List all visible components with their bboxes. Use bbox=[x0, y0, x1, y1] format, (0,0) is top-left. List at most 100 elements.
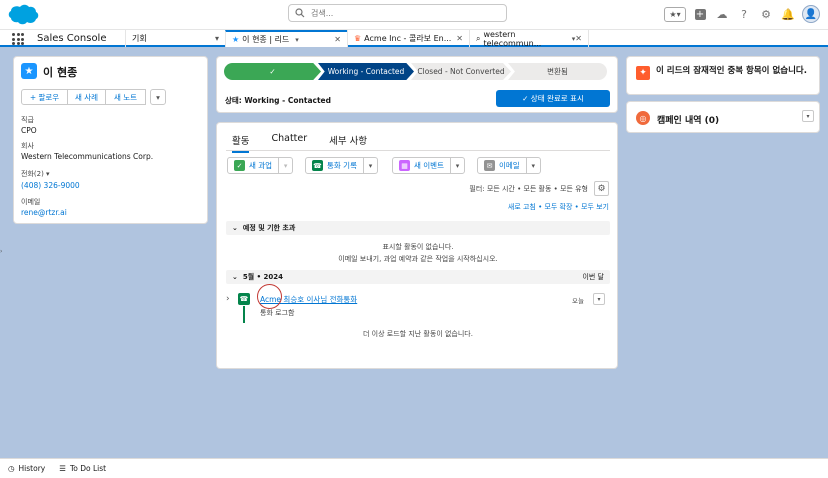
no-more-activity-text: 더 이상 로드할 지난 활동이 없습니다. bbox=[363, 330, 473, 338]
path-step-current[interactable]: Working - Contacted bbox=[318, 63, 414, 80]
chevron-right-icon[interactable]: › bbox=[226, 294, 230, 304]
timeline-line bbox=[243, 306, 245, 323]
chevron-down-icon: ▾ bbox=[156, 92, 160, 102]
utility-bar: ◷ History ☰ To Do List bbox=[0, 458, 828, 478]
month-right-label: 이번 달 bbox=[582, 273, 604, 281]
mark-status-complete-button[interactable]: ✓ 상태 완료로 표시 bbox=[496, 90, 610, 107]
path-step-completed[interactable]: ✓ bbox=[224, 63, 321, 80]
gear-icon: ⚙ bbox=[761, 7, 771, 21]
todo-label: To Do List bbox=[69, 464, 107, 473]
campaign-icon: ◎ bbox=[636, 111, 650, 125]
favorites-button[interactable]: ★▾ bbox=[664, 6, 686, 22]
tab-label: 이 현종 | 리드 bbox=[242, 35, 290, 44]
email-label: 이메일 bbox=[21, 198, 41, 206]
log-call-label: 통화 기록 bbox=[327, 161, 357, 170]
activity-item-menu[interactable]: ▾ bbox=[593, 293, 605, 305]
todo-utility[interactable]: ☰ To Do List bbox=[59, 464, 106, 473]
search-icon: ⌕ bbox=[476, 33, 481, 43]
tab-opportunity[interactable]: ♛ Acme Inc - 콜라보 En... ✕ bbox=[347, 30, 469, 47]
close-icon[interactable]: ✕ bbox=[456, 34, 463, 43]
status-text: 상태: Working - Contacted bbox=[225, 96, 331, 105]
log-call-action[interactable]: ☎ 통화 기록 ▾ bbox=[305, 157, 378, 174]
company-value: Western Telecommunications Corp. bbox=[21, 152, 154, 161]
help-button[interactable]: ? bbox=[736, 6, 752, 22]
phone-icon: ☎ bbox=[312, 160, 323, 171]
company-label: 회사 bbox=[21, 142, 34, 150]
close-icon[interactable]: ✕ bbox=[575, 34, 582, 43]
chevron-down-icon[interactable]: ▾ bbox=[525, 158, 540, 173]
chevron-down-icon: ▾ bbox=[806, 112, 810, 120]
highlight-circle bbox=[257, 284, 282, 309]
email-label: 이메일 bbox=[499, 161, 520, 170]
task-icon: ✓ bbox=[234, 160, 245, 171]
salesforce-logo[interactable] bbox=[7, 4, 39, 26]
campaign-menu[interactable]: ▾ bbox=[802, 110, 814, 122]
chevron-down-icon: ⌄ bbox=[232, 224, 238, 232]
star-icon: ★▾ bbox=[669, 9, 681, 19]
phone-link[interactable]: (408) 326-9000 bbox=[21, 181, 80, 190]
close-icon[interactable]: ✕ bbox=[334, 35, 341, 44]
user-avatar[interactable]: 👤 bbox=[802, 5, 820, 23]
chevron-down-icon[interactable]: ▾ bbox=[295, 36, 299, 44]
lead-name: 이 현종 bbox=[43, 66, 78, 79]
tab-lead[interactable]: ★ 이 현종 | 리드 ▾ ✕ bbox=[225, 30, 347, 47]
notifications-button[interactable]: 🔔 bbox=[780, 6, 796, 22]
chevron-down-icon[interactable]: ▾ bbox=[449, 158, 464, 173]
path-step-closed[interactable]: Closed - Not Converted bbox=[411, 63, 511, 80]
refresh-expand-view-links[interactable]: 새로 고침 • 모두 확장 • 모두 보기 bbox=[380, 202, 609, 212]
path-step-converted[interactable]: 변환됨 bbox=[508, 63, 607, 80]
no-activity-hint: 이메일 보내기, 과업 예약과 같은 작업을 시작하십시오. bbox=[338, 255, 498, 263]
user-icon: 👤 bbox=[804, 8, 818, 20]
bell-icon: 🔔 bbox=[781, 7, 795, 21]
new-task-label: 새 과업 bbox=[249, 161, 273, 170]
console-nav: Sales Console 기회 ▾ ★ 이 현종 | 리드 ▾ ✕ ♛ Acm… bbox=[0, 29, 828, 48]
upcoming-title: 예정 및 기한 초과 bbox=[242, 224, 296, 232]
filter-text: 필터: 모든 시간 • 모든 활동 • 모든 유형 bbox=[469, 185, 588, 193]
new-note-button[interactable]: 새 노트 bbox=[106, 89, 146, 105]
object-menu-label: 기회 bbox=[132, 34, 147, 43]
email-link[interactable]: rene@rtzr.ai bbox=[21, 208, 67, 217]
sidebar-toggle-icon[interactable]: › bbox=[0, 248, 4, 258]
campaign-history-card: ◎ 캠페인 내역 (0) ▾ bbox=[626, 101, 820, 133]
chevron-down-icon: ▾ bbox=[597, 295, 601, 303]
new-task-action[interactable]: ✓ 새 과업 ▾ bbox=[227, 157, 294, 174]
cloud-icon: ☁ bbox=[716, 7, 728, 21]
more-actions-button[interactable]: ▾ bbox=[150, 89, 166, 105]
help-icon: ? bbox=[741, 7, 747, 21]
email-action[interactable]: ✉ 이메일 ▾ bbox=[477, 157, 541, 174]
no-activity-text: 표시할 활동이 없습니다. bbox=[382, 243, 454, 251]
follow-button[interactable]: + 팔로우 bbox=[21, 89, 68, 105]
month-title: 5월 • 2024 bbox=[242, 273, 284, 281]
duplicate-card: ✦ 이 리드의 잠재적인 중복 항목이 없습니다. bbox=[626, 56, 820, 95]
history-label: History bbox=[18, 464, 46, 473]
global-search[interactable]: 검색... bbox=[288, 4, 507, 22]
activity-item-link-rest[interactable]: 최승호 이사님 전화통화 bbox=[281, 295, 357, 304]
upcoming-overdue-section[interactable]: ⌄ 예정 및 기한 초과 bbox=[226, 221, 610, 235]
chevron-down-icon[interactable]: ▾ bbox=[278, 158, 292, 173]
guidance-button[interactable]: ☁ bbox=[714, 6, 730, 22]
tab-search[interactable]: ⌕ western telecommun... ▾ ✕ bbox=[469, 29, 589, 48]
app-launcher-icon[interactable] bbox=[12, 33, 24, 45]
chevron-down-icon[interactable]: ▾ bbox=[46, 170, 50, 178]
filter-settings-button[interactable]: ⚙ bbox=[594, 181, 609, 196]
chevron-down-icon[interactable]: ▾ bbox=[215, 34, 219, 43]
setup-button[interactable]: ⚙ bbox=[758, 6, 774, 22]
new-event-action[interactable]: ▦ 새 이벤트 ▾ bbox=[392, 157, 465, 174]
lead-status-path: ✓ Working - Contacted Closed - Not Conve… bbox=[224, 63, 607, 80]
chevron-down-icon: ⌄ bbox=[232, 273, 238, 281]
history-utility[interactable]: ◷ History bbox=[8, 464, 45, 473]
month-section[interactable]: ⌄ 5월 • 2024 이번 달 bbox=[226, 270, 610, 284]
new-case-button[interactable]: 새 사례 bbox=[68, 89, 106, 105]
phone-label: 전화(2) ▾ bbox=[21, 169, 50, 179]
global-actions-button[interactable]: + bbox=[692, 6, 708, 22]
chevron-down-icon[interactable]: ▾ bbox=[362, 158, 377, 173]
campaign-title[interactable]: 캠페인 내역 (0) bbox=[657, 113, 719, 126]
search-icon bbox=[295, 8, 305, 18]
tab-label: western telecommun... bbox=[483, 29, 542, 48]
plus-icon: + bbox=[694, 8, 706, 20]
lead-highlights-card: ★ 이 현종 + 팔로우 새 사례 새 노트 ▾ 직급 CPO 회사 Weste… bbox=[13, 56, 208, 224]
clock-icon: ◷ bbox=[8, 464, 15, 473]
gear-icon: ⚙ bbox=[597, 183, 606, 194]
object-menu[interactable]: 기회 ▾ bbox=[125, 30, 225, 47]
activity-item-date: 오늘 bbox=[572, 297, 584, 305]
